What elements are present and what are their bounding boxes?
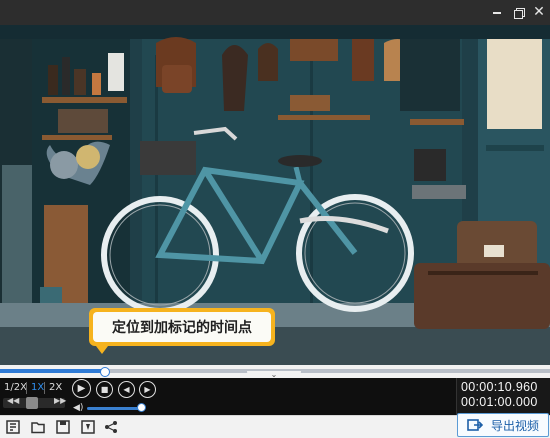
rewind-icon[interactable]: ◀◀ [7, 396, 19, 405]
share-icon[interactable] [104, 420, 118, 434]
tooltip-arrow [96, 346, 108, 354]
next-frame-button[interactable]: ▶ [139, 381, 156, 398]
export-icon [467, 419, 483, 431]
timeline-playhead[interactable] [100, 367, 110, 377]
close-icon[interactable]: ✕ [529, 3, 549, 21]
speed-divider [26, 382, 27, 394]
mark-icon[interactable] [81, 420, 95, 434]
current-time: 00:00:10.960 [461, 380, 538, 394]
timeline-progress [0, 369, 105, 373]
video-frame-image [0, 25, 550, 365]
volume-slider[interactable] [87, 407, 144, 410]
minimize-icon[interactable] [487, 3, 507, 21]
fast-forward-icon[interactable]: ▶▶ [54, 396, 66, 405]
seek-grip[interactable] [26, 397, 38, 409]
speed-2x-button[interactable]: 2X [49, 382, 62, 393]
prev-frame-button[interactable]: ◀ [118, 381, 135, 398]
video-player-window: ✕ 定位到加标记的时间点 ⌄ 1/2X 1X 2X ◀◀ ▶▶ ▶ ■ ◀ ▶ … [0, 0, 550, 438]
speed-divider [44, 382, 45, 394]
time-display: 00:00:10.960 00:01:00.000 [456, 378, 550, 415]
video-preview[interactable] [0, 25, 550, 365]
volume-thumb[interactable] [137, 403, 146, 412]
total-time: 00:01:00.000 [461, 395, 538, 409]
clip-icon[interactable] [6, 420, 20, 434]
speed-half-button[interactable]: 1/2X [4, 382, 27, 393]
stop-button[interactable]: ■ [96, 381, 113, 398]
marker-tooltip: 定位到加标记的时间点 [89, 308, 275, 346]
speed-1x-button[interactable]: 1X [31, 382, 44, 393]
tooltip-text: 定位到加标记的时间点 [93, 312, 271, 342]
restore-icon[interactable] [509, 3, 529, 21]
title-bar: ✕ [0, 0, 550, 25]
volume-icon[interactable]: ◀) [73, 403, 83, 413]
export-video-button[interactable]: 导出视频 [457, 413, 549, 437]
export-label: 导出视频 [491, 418, 540, 433]
playback-controls: 1/2X 1X 2X ◀◀ ▶▶ ▶ ■ ◀ ▶ ◀) 00:00:10.960… [0, 378, 550, 415]
folder-icon[interactable] [31, 420, 45, 434]
save-icon[interactable] [56, 420, 70, 434]
play-button[interactable]: ▶ [72, 379, 91, 398]
